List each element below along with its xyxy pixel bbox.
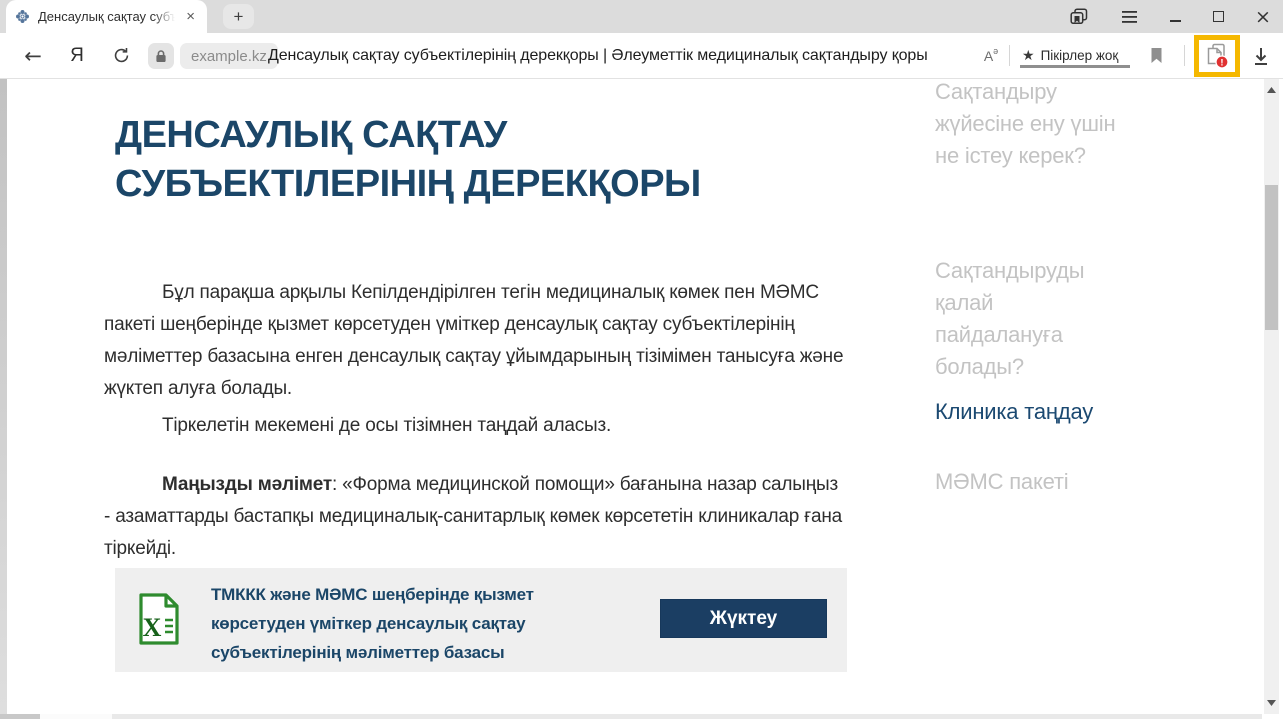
translate-icon: A	[984, 48, 993, 64]
vertical-scrollbar[interactable]	[1264, 79, 1279, 714]
minimize-button[interactable]	[1158, 0, 1192, 33]
sidebar-panel-button[interactable]: !	[1199, 40, 1235, 72]
reviews-button[interactable]: ★ Пікірлер жоқ	[1018, 33, 1122, 78]
horizontal-scrollbar-left	[0, 714, 40, 719]
browser-menu-button[interactable]	[1112, 0, 1146, 33]
bookmark-button[interactable]	[1141, 33, 1171, 78]
browser-window: Денсаулық сақтау субъ × + × ← Я	[0, 0, 1283, 719]
new-tab-button[interactable]: +	[223, 4, 254, 29]
horizontal-scrollbar-thumb[interactable]	[40, 714, 112, 719]
vertical-scrollbar-thumb[interactable]	[1265, 185, 1278, 330]
toolbar-divider	[1009, 45, 1010, 66]
horizontal-scrollbar-track[interactable]	[112, 714, 1262, 719]
tab-title: Денсаулық сақтау субъ	[38, 9, 175, 24]
browser-toolbar: ← Я example.kz Денсаулық сақтау субъекті…	[0, 33, 1283, 79]
window-close-button[interactable]: ×	[1246, 0, 1280, 33]
svg-text:X: X	[143, 613, 162, 642]
page-title: ДЕНСАУЛЫҚ САҚТАУ СУБЪЕКТІЛЕРІНІҢ ДЕРЕКҚО…	[115, 111, 815, 209]
scroll-up-button[interactable]	[1264, 82, 1279, 97]
reviews-label: Пікірлер жоқ	[1041, 48, 1119, 63]
excel-file-icon: X	[138, 593, 180, 650]
panels-icon	[1070, 8, 1088, 25]
intro-paragraph: Бұл парақша арқылы Кепілдендірілген тегі…	[104, 277, 848, 405]
triangle-down-icon	[1267, 700, 1276, 706]
tab-close-icon[interactable]: ×	[183, 7, 198, 26]
downloads-button[interactable]	[1246, 33, 1276, 78]
refresh-button[interactable]	[104, 33, 138, 78]
back-button[interactable]: ←	[16, 33, 50, 78]
triangle-up-icon	[1267, 87, 1276, 93]
svg-text:!: !	[1220, 57, 1223, 68]
site-favicon-icon	[15, 9, 30, 24]
download-description: ТМККК және МӘМС шеңберінде қызмет көрсет…	[211, 580, 611, 667]
important-note-label: Маңызды мәлімет	[162, 474, 332, 495]
download-card: X ТМККК және МӘМС шеңберінде қызмет көрс…	[115, 568, 847, 672]
page-content: ДЕНСАУЛЫҚ САҚТАУ СУБЪЕКТІЛЕРІНІҢ ДЕРЕКҚО…	[0, 79, 1283, 719]
important-note-paragraph: Маңызды мәлімет: «Форма медицинской помо…	[104, 469, 848, 565]
active-tab[interactable]: Денсаулық сақтау субъ ×	[6, 0, 207, 33]
sidebar-item-how-to-use[interactable]: Сақтандыруды қалай пайдалануға болады?	[935, 255, 1125, 383]
bookmark-flag-icon	[1150, 47, 1163, 64]
document-alert-icon: !	[1205, 43, 1229, 69]
translate-button[interactable]: Aә	[976, 33, 1006, 78]
lock-icon	[155, 49, 167, 63]
register-paragraph: Тіркелетін мекемені де осы тізімнен таңд…	[104, 410, 848, 442]
maximize-button[interactable]	[1201, 0, 1235, 33]
page-edge-shadow	[0, 79, 7, 714]
scroll-down-button[interactable]	[1264, 695, 1279, 710]
highlight-annotation: !	[1194, 35, 1240, 77]
sidebar-item-choose-clinic[interactable]: Клиника таңдау	[935, 396, 1125, 428]
reviews-underline	[1020, 65, 1130, 68]
sidebar-item-enter-system[interactable]: Сақтандыру жүйесіне ену үшін не істеу ке…	[935, 79, 1125, 172]
maximize-icon	[1213, 11, 1224, 22]
hamburger-icon	[1122, 11, 1137, 23]
download-button[interactable]: Жүктеу	[660, 599, 827, 638]
toolbar-divider	[1184, 45, 1185, 66]
yandex-logo-button[interactable]: Я	[60, 33, 94, 78]
sidebar-item-msi-package[interactable]: МӘМС пакеті	[935, 466, 1125, 498]
refresh-icon	[112, 46, 131, 65]
site-security-chip[interactable]	[148, 43, 174, 69]
download-icon	[1252, 46, 1270, 66]
tabs-panel-button[interactable]	[1062, 0, 1096, 33]
minimize-icon	[1170, 20, 1181, 22]
address-bar-page-title: Денсаулық сақтау субъектілерінің дерекқо…	[268, 33, 928, 78]
domain-chip[interactable]: example.kz	[180, 43, 278, 69]
star-icon: ★	[1022, 48, 1035, 64]
tab-bar: Денсаулық сақтау субъ × + ×	[0, 0, 1283, 33]
